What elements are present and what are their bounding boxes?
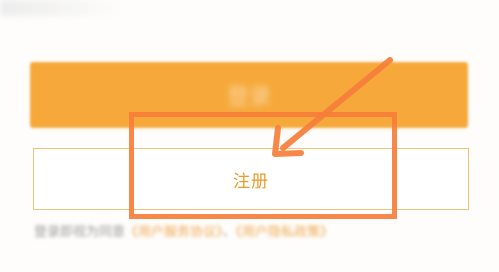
top-edge-blur	[0, 0, 120, 16]
register-button[interactable]: 注册	[33, 148, 469, 210]
agreement-separator: 、	[222, 225, 236, 240]
login-button[interactable]: 登录	[30, 62, 468, 128]
agreement-text: 登录即视为同意《用户服务协议》、《用户隐私政策》	[34, 221, 333, 240]
privacy-policy-link[interactable]: 《用户隐私政策》	[236, 225, 334, 240]
service-agreement-link[interactable]: 《用户服务协议》	[125, 225, 223, 240]
page: 登录 注册 登录即视为同意《用户服务协议》、《用户隐私政策》	[0, 0, 499, 272]
register-button-label: 注册	[233, 171, 269, 192]
agreement-prefix: 登录即视为同意	[34, 225, 126, 240]
login-button-label: 登录	[226, 85, 271, 110]
